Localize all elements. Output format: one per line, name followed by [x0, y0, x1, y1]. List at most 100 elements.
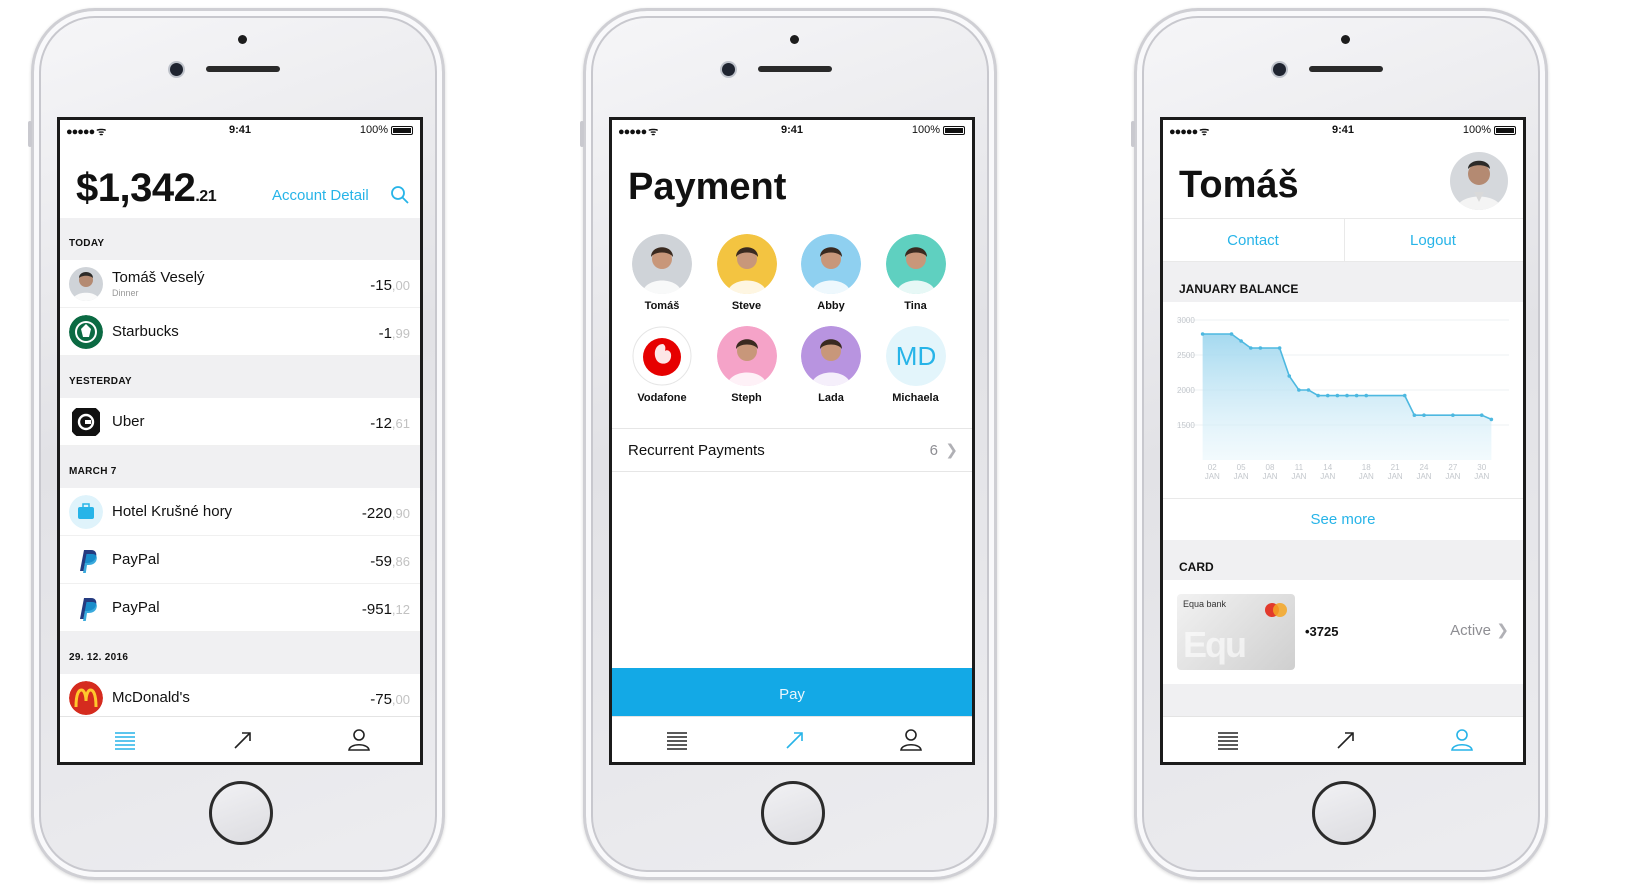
- paypal-icon: [80, 598, 97, 621]
- recurrent-payments-count: 6: [929, 442, 938, 459]
- transaction-row[interactable]: McDonald's -75,00: [60, 674, 420, 722]
- home-button[interactable]: [761, 781, 825, 845]
- tab-payment[interactable]: [780, 725, 810, 755]
- mute-switch: [28, 121, 32, 147]
- see-more-link[interactable]: See more: [1163, 498, 1523, 540]
- x-tick-month: JAN: [1262, 472, 1277, 481]
- balance-chart-svg: 300025002000150002JAN05JAN08JAN11JAN14JA…: [1177, 316, 1509, 481]
- merchant-logo: [69, 267, 103, 301]
- tab-bar: [612, 716, 972, 762]
- person-photo-icon: [1450, 152, 1508, 210]
- contact-photo-icon: [632, 326, 692, 386]
- amount-whole: -59: [370, 553, 392, 570]
- transaction-row[interactable]: Starbucks -1,99: [60, 308, 420, 356]
- card-number: •3725: [1305, 624, 1339, 639]
- tab-transactions[interactable]: [662, 725, 692, 755]
- contact-button[interactable]: Contact: [1163, 232, 1343, 249]
- transaction-row[interactable]: Uber -12,61: [60, 398, 420, 446]
- avatar: [801, 326, 861, 386]
- merchant-logo: [69, 495, 103, 529]
- transaction-name: PayPal: [112, 551, 160, 568]
- data-point: [1248, 346, 1253, 350]
- contact-item[interactable]: Lada: [791, 326, 871, 404]
- person-icon: [348, 729, 370, 751]
- proximity-sensor: [790, 35, 799, 44]
- x-tick-month: JAN: [1416, 472, 1431, 481]
- battery-icon: [391, 126, 413, 135]
- list-icon: [115, 732, 135, 750]
- merchant-logo: [69, 591, 103, 625]
- account-detail-link[interactable]: Account Detail: [272, 187, 369, 204]
- transaction-row[interactable]: Tomáš Veselý Dinner -15,00: [60, 260, 420, 308]
- contact-item[interactable]: Steph: [707, 326, 787, 404]
- tab-profile[interactable]: [1447, 725, 1477, 755]
- merchant-logo: [69, 543, 103, 577]
- x-tick-month: JAN: [1320, 472, 1335, 481]
- section-header: TODAY: [60, 218, 420, 260]
- transaction-amount: -15,00: [370, 277, 410, 294]
- tab-transactions[interactable]: [1213, 725, 1243, 755]
- battery-percent: 100%: [911, 124, 940, 136]
- contact-item[interactable]: Tina: [876, 234, 956, 312]
- y-tick-label: 1500: [1177, 421, 1195, 430]
- data-point: [1297, 388, 1301, 392]
- home-button[interactable]: [1312, 781, 1376, 845]
- contact-photo-icon: MD: [885, 326, 946, 386]
- search-icon[interactable]: [390, 185, 410, 205]
- arrow-up-right-icon: [786, 732, 803, 749]
- transaction-name: Uber: [112, 413, 145, 430]
- contact-item[interactable]: Abby: [791, 234, 871, 312]
- battery-percent: 100%: [359, 124, 388, 136]
- amount-whole: -15: [370, 277, 392, 294]
- transaction-amount: -59,86: [370, 553, 410, 570]
- transaction-amount: -12,61: [370, 415, 410, 432]
- amount-whole: -1: [378, 325, 392, 342]
- speaker-grille: [206, 66, 280, 72]
- battery-icon: [943, 126, 965, 135]
- x-tick-day: 02: [1208, 463, 1217, 472]
- user-name: Tomáš: [1179, 164, 1299, 206]
- transaction-row[interactable]: PayPal -951,12: [60, 584, 420, 632]
- transaction-name: Tomáš Veselý: [112, 269, 205, 286]
- contact-item[interactable]: Tomáš: [622, 234, 702, 312]
- contact-name: Abby: [817, 300, 845, 312]
- contact-item[interactable]: MD Michaela: [876, 326, 956, 404]
- tab-profile[interactable]: [344, 725, 374, 755]
- transaction-row[interactable]: Hotel Krušné hory -220,90: [60, 488, 420, 536]
- x-tick-day: 21: [1391, 463, 1400, 472]
- phone-frame-3: ●●●●● ᯤ 9:41 100% Tomáš Contact Logout J…: [1131, 8, 1548, 880]
- arrow-up-right-icon: [234, 732, 251, 749]
- page-title: Payment: [628, 166, 787, 208]
- transaction-amount: -220,90: [362, 505, 410, 522]
- contact-name: Lada: [818, 392, 844, 404]
- transaction-name: Starbucks: [112, 323, 179, 340]
- amount-cents: ,86: [391, 554, 410, 569]
- recurrent-payments-row[interactable]: Recurrent Payments 6 ❯: [612, 428, 972, 472]
- contact-name: Michaela: [892, 392, 939, 404]
- contact-item[interactable]: Steve: [707, 234, 787, 312]
- mute-switch: [580, 121, 584, 147]
- avatar[interactable]: [1450, 152, 1508, 210]
- uber-icon: [72, 408, 100, 436]
- status-bar: ●●●●● ᯤ 9:41 100%: [60, 120, 420, 140]
- logout-button[interactable]: Logout: [1343, 232, 1523, 249]
- card-brand-text: Equ: [1183, 624, 1247, 665]
- contact-item[interactable]: Vodafone: [622, 326, 702, 404]
- data-point: [1306, 388, 1311, 392]
- chevron-right-icon: ❯: [945, 442, 958, 459]
- pay-button[interactable]: Pay: [612, 668, 972, 722]
- transaction-row[interactable]: PayPal -59,86: [60, 536, 420, 584]
- contact-name: Vodafone: [637, 392, 687, 404]
- data-point: [1489, 417, 1494, 422]
- contact-name: Steph: [731, 392, 762, 404]
- tab-payment[interactable]: [228, 725, 258, 755]
- card-row[interactable]: Equa bank Equ •3725 Active ❯: [1163, 580, 1523, 684]
- data-point: [1345, 393, 1349, 398]
- tab-profile[interactable]: [896, 725, 926, 755]
- tab-payment[interactable]: [1331, 725, 1361, 755]
- home-button[interactable]: [209, 781, 273, 845]
- tab-transactions[interactable]: [110, 725, 140, 755]
- amount-cents: ,12: [391, 602, 410, 617]
- card-bank-name: Equa bank: [1183, 599, 1227, 609]
- front-camera-icon: [722, 63, 735, 76]
